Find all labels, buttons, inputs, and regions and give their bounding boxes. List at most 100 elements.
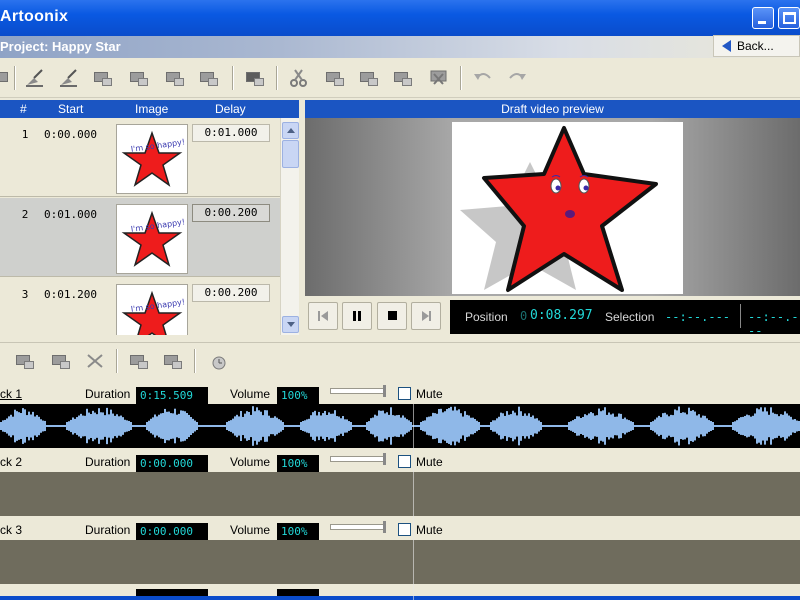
paste-special-icon[interactable]	[392, 68, 414, 88]
frames-scrollbar[interactable]	[280, 118, 299, 335]
mute-checkbox[interactable]	[398, 455, 411, 468]
clock-icon[interactable]	[206, 351, 228, 371]
waveform-bar	[744, 415, 746, 437]
waveform-bar	[764, 407, 766, 445]
skip-forward-button[interactable]	[411, 302, 441, 330]
waveform-bar	[644, 425, 646, 427]
waveform-bar	[712, 422, 714, 430]
cursor-tool-icon[interactable]	[0, 68, 22, 88]
cut-icon[interactable]	[288, 68, 310, 88]
frame-thumbnail[interactable]: I'm so happy!	[116, 204, 188, 274]
waveform-bar	[338, 416, 340, 436]
skip-back-button[interactable]	[308, 302, 338, 330]
stop-button[interactable]	[377, 302, 407, 330]
column-delay[interactable]: Delay	[215, 102, 246, 116]
scroll-thumb[interactable]	[282, 140, 299, 168]
waveform-bar	[284, 425, 286, 427]
track-settings-icon[interactable]	[50, 351, 72, 371]
waveform-bar	[576, 416, 578, 436]
frame-delay[interactable]: 0:00.200	[192, 204, 270, 222]
track-volume: 100%	[277, 455, 319, 473]
waveform-bar	[792, 419, 794, 433]
waveform-bar	[776, 414, 778, 438]
volume-knob[interactable]	[383, 385, 386, 397]
brush-alt-icon[interactable]	[58, 68, 80, 88]
waveform-bar	[748, 415, 750, 437]
frame-number: 2	[21, 208, 29, 221]
frame-row[interactable]: 1 0:00.000 I'm so happy! 0:01.000	[0, 118, 280, 197]
minimize-button[interactable]	[752, 7, 774, 29]
import-icon[interactable]	[164, 68, 186, 88]
waveform-bar	[464, 411, 466, 441]
frame-delay[interactable]: 0:00.200	[192, 284, 270, 302]
record-icon[interactable]	[128, 351, 150, 371]
waveform-bar	[108, 414, 110, 438]
waveform-bar	[406, 419, 408, 433]
capture-icon[interactable]	[244, 68, 266, 88]
track-name[interactable]: ck 1	[0, 387, 22, 401]
waveform-bar	[476, 420, 478, 432]
add-frame-icon[interactable]	[92, 68, 114, 88]
volume-knob[interactable]	[383, 521, 386, 533]
waveform-bar	[730, 425, 732, 427]
audio-lane[interactable]	[0, 472, 800, 516]
volume-slider[interactable]	[330, 385, 386, 397]
track-name[interactable]: ck 3	[0, 523, 22, 537]
volume-knob[interactable]	[383, 453, 386, 465]
column-num[interactable]: #	[20, 102, 27, 116]
export-icon[interactable]	[198, 68, 220, 88]
waveform-bar	[14, 409, 16, 443]
waveform-bar	[690, 410, 692, 442]
frame-thumbnail[interactable]: I'm so happy!	[116, 284, 188, 335]
waveform-bar	[458, 409, 460, 443]
play-track-icon[interactable]	[162, 351, 184, 371]
remove-track-icon[interactable]	[84, 351, 106, 371]
copy-icon[interactable]	[324, 68, 346, 88]
frame-row-selected[interactable]: 2 0:01.000 I'm so happy! 0:00.200	[0, 198, 280, 277]
frame-row[interactable]: 3 0:01.200 I'm so happy! 0:00.200	[0, 278, 280, 335]
frame-thumbnail[interactable]: I'm so happy!	[116, 124, 188, 194]
brush-icon[interactable]	[24, 68, 46, 88]
waveform-bar	[510, 414, 512, 438]
waveform-bar	[224, 425, 226, 427]
waveform-bar	[62, 425, 64, 427]
project-title: Project: Happy Star	[0, 39, 121, 54]
scroll-up-button[interactable]	[282, 122, 299, 139]
waveform-bar	[176, 414, 178, 438]
column-start[interactable]: Start	[58, 102, 83, 116]
audio-lane[interactable]	[0, 404, 800, 448]
paste-icon[interactable]	[358, 68, 380, 88]
pause-button[interactable]	[342, 302, 372, 330]
waveform-bar	[282, 422, 284, 430]
waveform-bar	[400, 417, 402, 435]
insert-frame-icon[interactable]	[128, 68, 150, 88]
undo-icon[interactable]	[472, 68, 494, 88]
waveform-bar	[80, 413, 82, 439]
mute-checkbox[interactable]	[398, 523, 411, 536]
frame-delay[interactable]: 0:01.000	[192, 124, 270, 142]
waveform	[0, 406, 800, 446]
mute-label: Mute	[416, 455, 443, 469]
waveform-bar	[736, 420, 738, 432]
toolbar-separator	[460, 66, 462, 90]
waveform-bar	[778, 416, 780, 436]
waveform-bar	[312, 412, 314, 440]
position-value: 0:08.297	[530, 308, 593, 323]
maximize-button[interactable]	[778, 7, 800, 29]
column-image[interactable]: Image	[135, 102, 168, 116]
waveform-bar	[560, 425, 562, 427]
waveform-bar	[654, 419, 656, 433]
volume-slider[interactable]	[330, 453, 386, 465]
back-button[interactable]: Back...	[713, 35, 800, 57]
audio-lane[interactable]	[0, 540, 800, 584]
waveform-bar	[138, 425, 140, 427]
add-track-icon[interactable]	[14, 351, 36, 371]
redo-icon[interactable]	[506, 68, 528, 88]
scroll-down-button[interactable]	[282, 316, 299, 333]
waveform-bar	[636, 425, 638, 427]
track-name[interactable]: ck 2	[0, 455, 22, 469]
volume-slider[interactable]	[330, 521, 386, 533]
mute-checkbox[interactable]	[398, 387, 411, 400]
delete-icon[interactable]	[428, 68, 450, 88]
waveform-bar	[60, 425, 62, 427]
